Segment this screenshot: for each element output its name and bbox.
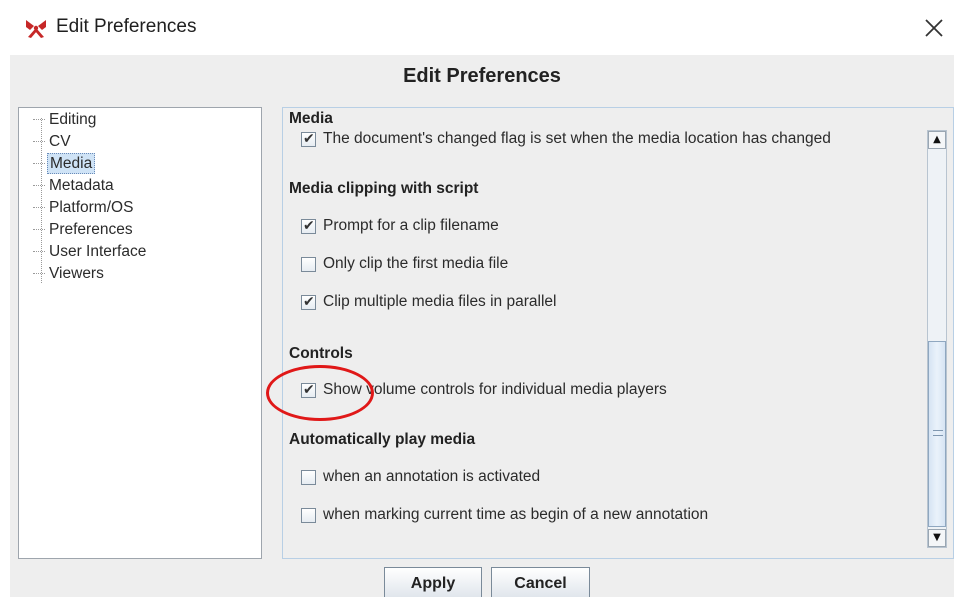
checkbox[interactable]: ✔	[301, 217, 316, 234]
window-title: Edit Preferences	[56, 16, 197, 37]
scroll-up-arrow-icon[interactable]: ▲	[928, 131, 946, 149]
category-tree[interactable]: Editing CV Media Metadata Platform/OS Pr…	[18, 107, 262, 559]
dialog-header: Edit Preferences	[403, 65, 561, 87]
vertical-scrollbar[interactable]: ▲ ▼	[927, 130, 947, 548]
option-label: Only clip the first media file	[323, 255, 509, 272]
tree-item-label: Platform/OS	[49, 199, 134, 216]
grip-icon	[933, 430, 943, 436]
media-settings-panel: Media ✔ The document's changed flag is s…	[282, 107, 954, 559]
option-label: when marking current time as begin of a …	[323, 506, 709, 523]
checkmark-icon: ✔	[303, 217, 315, 234]
option-label: Clip multiple media files in parallel	[323, 293, 557, 310]
preferences-dialog: Edit Preferences Editing CV Media Metada…	[10, 55, 954, 597]
option-label: Show volume controls for individual medi…	[323, 381, 667, 398]
tree-item-label: User Interface	[49, 243, 147, 260]
tree-item-label: Editing	[49, 111, 97, 128]
tree-item-label: Viewers	[49, 265, 104, 282]
app-logo-icon	[26, 20, 46, 38]
volume-controls-option[interactable]: ✔ Show volume controls for individual me…	[301, 379, 667, 401]
checkbox[interactable]	[301, 256, 316, 272]
scroll-thumb[interactable]	[928, 341, 946, 527]
autoplay-on-activate-option[interactable]: when an annotation is activated	[301, 466, 540, 488]
checkbox[interactable]	[301, 469, 316, 485]
autoplay-on-begin-option[interactable]: when marking current time as begin of a …	[301, 504, 708, 526]
section-title-controls: Controls	[289, 345, 353, 362]
title-bar: Edit Preferences	[0, 0, 954, 55]
panel-title: Media	[289, 110, 337, 128]
prompt-clip-filename-option[interactable]: ✔ Prompt for a clip filename	[301, 215, 499, 237]
option-label: The document's changed flag is set when …	[323, 130, 831, 147]
clip-parallel-option[interactable]: ✔ Clip multiple media files in parallel	[301, 291, 556, 313]
checkbox[interactable]: ✔	[301, 381, 316, 398]
checkbox[interactable]: ✔	[301, 293, 316, 310]
tree-item-label: Metadata	[49, 177, 114, 194]
tree-item-label: Preferences	[49, 221, 133, 238]
tree-item-label: CV	[49, 133, 71, 150]
checkbox[interactable]	[301, 507, 316, 523]
apply-button[interactable]: Apply	[384, 567, 482, 597]
close-icon[interactable]	[918, 12, 948, 42]
tree-item-label-selected: Media	[47, 153, 96, 174]
scroll-down-arrow-icon[interactable]: ▼	[928, 529, 946, 547]
tree-connector	[41, 118, 42, 283]
cancel-button[interactable]: Cancel	[491, 567, 590, 597]
option-label: when an annotation is activated	[323, 468, 541, 485]
section-title-clipping: Media clipping with script	[289, 180, 479, 197]
changed-flag-option[interactable]: ✔ The document's changed flag is set whe…	[301, 128, 831, 150]
option-label: Prompt for a clip filename	[323, 217, 499, 234]
checkmark-icon: ✔	[303, 381, 315, 398]
checkmark-icon: ✔	[303, 130, 315, 147]
checkmark-icon: ✔	[303, 293, 315, 310]
checkbox[interactable]: ✔	[301, 130, 316, 147]
section-title-autoplay: Automatically play media	[289, 431, 476, 448]
clip-first-media-option[interactable]: Only clip the first media file	[301, 253, 508, 275]
